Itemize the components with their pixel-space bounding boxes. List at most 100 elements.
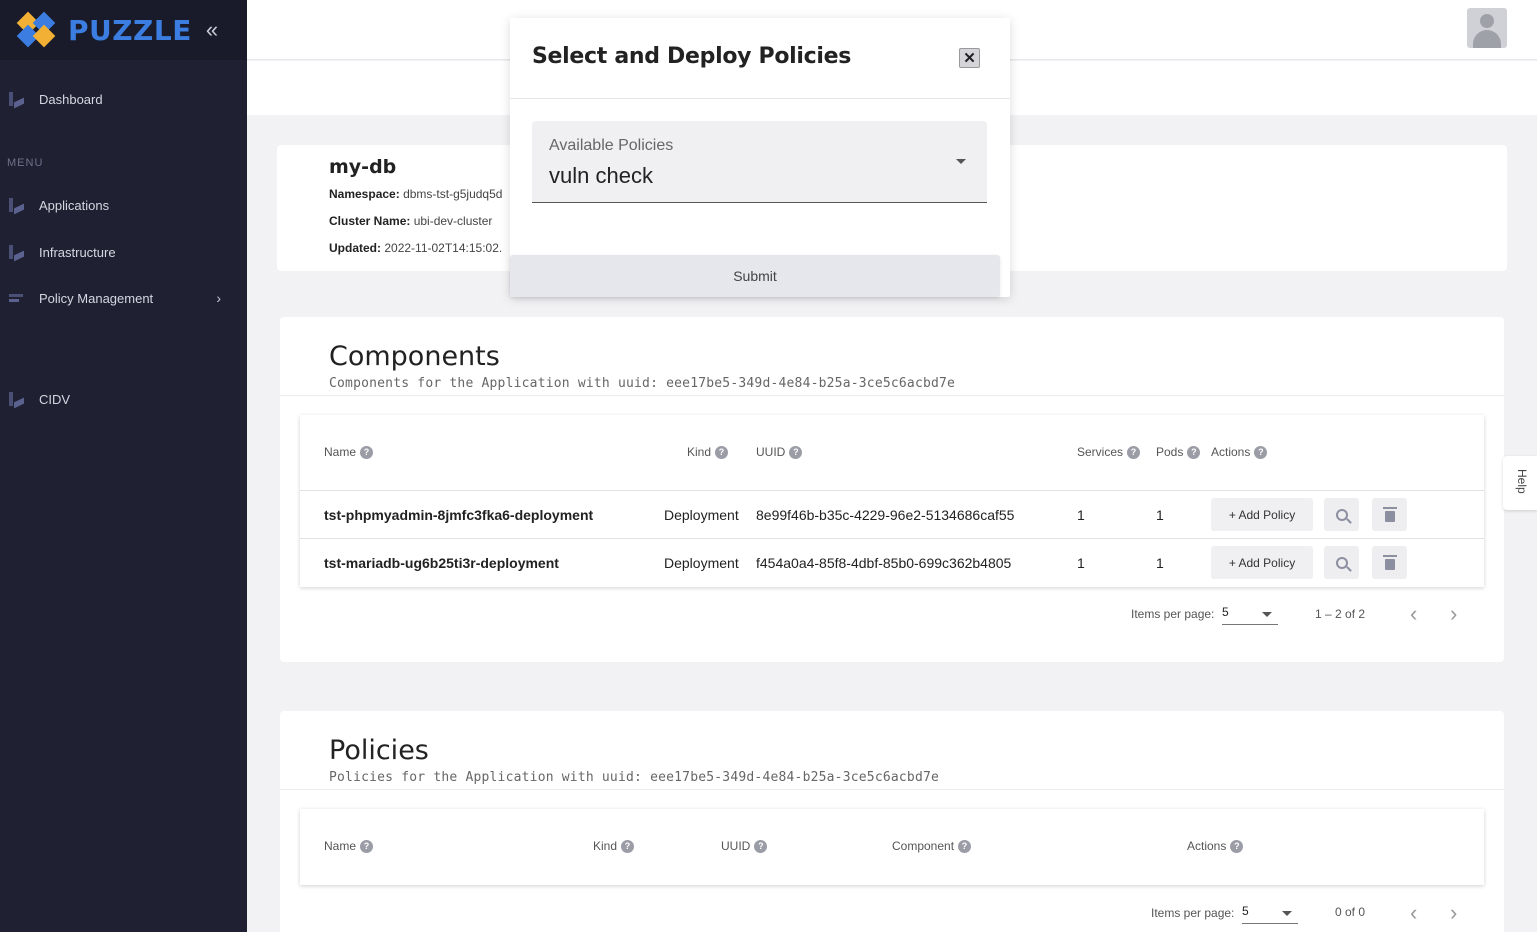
page-size-value: 5 bbox=[1222, 605, 1229, 619]
component-services: 1 bbox=[1077, 555, 1085, 571]
menu-section-label: MENU bbox=[7, 157, 44, 169]
help-icon[interactable]: ? bbox=[715, 445, 729, 459]
namespace-label: Namespace: bbox=[329, 187, 400, 201]
caret-down-icon bbox=[1282, 911, 1292, 916]
col-header-actions: Actions? bbox=[1187, 839, 1244, 853]
namespace-value: dbms-tst-g5judq5d bbox=[403, 187, 503, 201]
col-header-kind: Kind? bbox=[593, 839, 635, 853]
brand-bar: PUZZLE « bbox=[0, 0, 247, 60]
table-row: tst-phpmyadmin-8jmfc3fka6-deployment Dep… bbox=[300, 490, 1484, 538]
help-icon[interactable]: ? bbox=[754, 839, 768, 853]
sidebar-item-applications[interactable]: Applications bbox=[0, 193, 247, 217]
divider bbox=[280, 395, 1504, 396]
items-per-page-label: Items per page: bbox=[1131, 607, 1215, 621]
component-pods: 1 bbox=[1156, 507, 1164, 523]
col-header-services: Services? bbox=[1077, 445, 1141, 459]
delete-button[interactable] bbox=[1372, 498, 1407, 531]
policies-title: Policies bbox=[329, 735, 429, 766]
select-label: Available Policies bbox=[549, 137, 674, 154]
help-icon[interactable]: ? bbox=[621, 839, 635, 853]
components-table: Name? Kind? UUID? Services? Pods? Action… bbox=[300, 415, 1484, 587]
collapse-sidebar-icon[interactable]: « bbox=[206, 17, 218, 43]
table-row: tst-mariadb-ug6b25ti3r-deployment Deploy… bbox=[300, 538, 1484, 586]
brand-name: PUZZLE bbox=[68, 13, 192, 47]
chevron-right-icon: › bbox=[216, 290, 221, 306]
sidebar-item-label: Applications bbox=[39, 197, 110, 213]
component-name: tst-mariadb-ug6b25ti3r-deployment bbox=[324, 555, 559, 571]
chart-icon bbox=[9, 392, 25, 409]
component-uuid: f454a0a4-85f8-4dbf-85b0-699c362b4805 bbox=[756, 555, 1012, 571]
caret-down-icon bbox=[956, 159, 966, 164]
component-pods: 1 bbox=[1156, 555, 1164, 571]
col-header-actions: Actions? bbox=[1211, 445, 1268, 459]
previous-page-icon[interactable]: ‹ bbox=[1410, 601, 1417, 627]
list-icon bbox=[9, 291, 25, 305]
cluster-label: Cluster Name: bbox=[329, 214, 411, 228]
chart-icon bbox=[9, 198, 25, 215]
col-header-name: Name? bbox=[324, 839, 374, 853]
next-page-icon[interactable]: › bbox=[1450, 900, 1457, 926]
caret-down-icon bbox=[1262, 612, 1272, 617]
namespace-row: Namespace: dbms-tst-g5judq5d bbox=[329, 187, 502, 201]
help-icon[interactable]: ? bbox=[360, 839, 374, 853]
help-icon[interactable]: ? bbox=[1230, 839, 1244, 853]
policies-table: Name? Kind? UUID? Component? Actions? bbox=[300, 809, 1484, 885]
sidebar-item-infrastructure[interactable]: Infrastructure bbox=[0, 240, 247, 264]
component-kind: Deployment bbox=[664, 555, 739, 571]
chart-icon bbox=[9, 92, 25, 109]
search-icon bbox=[1335, 556, 1348, 569]
help-icon[interactable]: ? bbox=[789, 445, 803, 459]
chart-icon bbox=[9, 245, 25, 262]
updated-row: Updated: 2022-11-02T14:15:02. bbox=[329, 241, 502, 255]
cluster-value: ubi-dev-cluster bbox=[413, 214, 493, 228]
col-header-name: Name? bbox=[324, 445, 374, 459]
deploy-policies-dialog: Select and Deploy Policies ✕ Available P… bbox=[510, 18, 1010, 297]
close-icon[interactable]: ✕ bbox=[959, 48, 980, 68]
policies-section: Policies Policies for the Application wi… bbox=[280, 711, 1504, 932]
col-header-uuid: UUID? bbox=[721, 839, 768, 853]
components-section: Components Components for the Applicatio… bbox=[280, 317, 1504, 662]
user-avatar-icon[interactable] bbox=[1467, 8, 1507, 48]
sidebar-item-label: Policy Management bbox=[39, 290, 154, 306]
components-subtitle: Components for the Application with uuid… bbox=[329, 376, 956, 391]
help-icon[interactable]: ? bbox=[1254, 445, 1268, 459]
sidebar-item-label: Dashboard bbox=[39, 91, 103, 107]
updated-label: Updated: bbox=[329, 241, 381, 255]
updated-value: 2022-11-02T14:15:02. bbox=[384, 241, 503, 255]
submit-button[interactable]: Submit bbox=[510, 255, 1000, 297]
col-header-pods: Pods? bbox=[1156, 445, 1201, 459]
app-name: my-db bbox=[329, 156, 397, 178]
dialog-title: Select and Deploy Policies bbox=[532, 44, 852, 69]
available-policies-select[interactable]: Available Policies vuln check bbox=[532, 121, 987, 203]
select-value: vuln check bbox=[549, 163, 653, 188]
sidebar-item-dashboard[interactable]: Dashboard bbox=[0, 87, 247, 111]
puzzle-logo-icon bbox=[16, 11, 60, 48]
add-policy-button[interactable]: + Add Policy bbox=[1211, 546, 1313, 579]
divider bbox=[280, 789, 1504, 790]
add-policy-button[interactable]: + Add Policy bbox=[1211, 498, 1313, 531]
previous-page-icon[interactable]: ‹ bbox=[1410, 900, 1417, 926]
trash-icon bbox=[1382, 554, 1397, 570]
view-button[interactable] bbox=[1324, 546, 1359, 579]
page-size-select[interactable]: 5 bbox=[1242, 904, 1298, 924]
page-size-select[interactable]: 5 bbox=[1222, 605, 1278, 625]
sidebar-item-policy-management[interactable]: Policy Management › bbox=[0, 286, 247, 310]
cluster-row: Cluster Name: ubi-dev-cluster bbox=[329, 214, 492, 228]
next-page-icon[interactable]: › bbox=[1450, 601, 1457, 627]
help-icon[interactable]: ? bbox=[1187, 445, 1201, 459]
delete-button[interactable] bbox=[1372, 546, 1407, 579]
help-icon[interactable]: ? bbox=[360, 445, 374, 459]
help-icon[interactable]: ? bbox=[1127, 445, 1141, 459]
page-range: 1 – 2 of 2 bbox=[1315, 607, 1366, 621]
items-per-page-label: Items per page: bbox=[1151, 906, 1235, 920]
component-services: 1 bbox=[1077, 507, 1085, 523]
view-button[interactable] bbox=[1324, 498, 1359, 531]
help-icon[interactable]: ? bbox=[958, 839, 972, 853]
divider bbox=[510, 98, 1010, 99]
col-header-kind: Kind? bbox=[687, 445, 729, 459]
component-kind: Deployment bbox=[664, 507, 739, 523]
sidebar-item-cidv[interactable]: CIDV bbox=[0, 387, 247, 411]
help-tab[interactable]: Help bbox=[1503, 456, 1537, 510]
search-icon bbox=[1335, 508, 1348, 521]
trash-icon bbox=[1382, 506, 1397, 522]
